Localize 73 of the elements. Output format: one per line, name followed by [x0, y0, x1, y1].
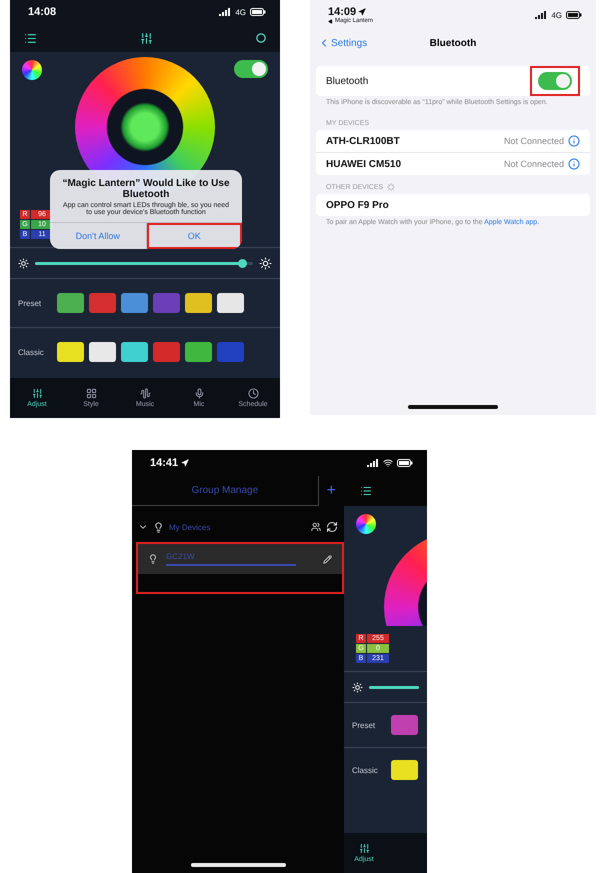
color-swatch[interactable] [121, 342, 148, 362]
power-toggle[interactable] [234, 60, 268, 78]
row-label: Preset [352, 720, 376, 730]
status-time: 14:08 [28, 6, 56, 18]
microphone-icon [194, 388, 204, 399]
color-swatch[interactable] [217, 293, 244, 313]
setting-label: Bluetooth [326, 76, 368, 86]
location-icon [358, 8, 366, 16]
row-label: Classic [18, 348, 45, 356]
sliders-icon [32, 388, 42, 399]
color-ball-icon[interactable] [22, 60, 42, 80]
color-swatch[interactable] [217, 342, 244, 362]
signal-icon [535, 11, 548, 19]
device-name: GC21W [166, 552, 196, 561]
brightness-slider[interactable] [369, 686, 419, 688]
battery-icon [566, 11, 582, 19]
color-swatch[interactable] [391, 760, 418, 780]
network-label: 4G [551, 10, 562, 20]
color-swatch[interactable] [57, 342, 84, 362]
sun-icon [352, 682, 363, 692]
color-swatch[interactable] [57, 293, 84, 313]
signal-icon [367, 459, 379, 467]
color-swatch[interactable] [391, 715, 418, 735]
sliders-icon[interactable] [140, 32, 153, 44]
color-ball-icon[interactable] [356, 514, 376, 534]
back-link[interactable]: Settings [318, 37, 368, 49]
pencil-icon[interactable] [323, 554, 332, 564]
grid-icon [86, 388, 96, 399]
bulb-icon [153, 522, 164, 532]
refresh-icon[interactable] [326, 521, 338, 533]
device-name: HUAWEI CM510 [326, 158, 402, 170]
device-status: Not Connected [504, 136, 564, 146]
device-status: Not Connected [504, 159, 564, 169]
bulb-icon [148, 554, 158, 564]
circle-icon[interactable] [256, 33, 266, 43]
group-icon[interactable] [311, 522, 321, 532]
back-arrow-icon[interactable] [328, 18, 333, 24]
sliders-icon [358, 843, 370, 854]
color-swatch[interactable] [89, 293, 116, 313]
menu-icon[interactable] [24, 32, 37, 44]
color-swatch[interactable] [89, 342, 116, 362]
clock-icon [248, 388, 258, 399]
signal-icon [219, 8, 232, 16]
bluetooth-toggle[interactable] [538, 72, 572, 90]
status-time: 14:09 [328, 6, 356, 18]
color-swatch[interactable] [185, 293, 212, 313]
device-row[interactable]: HUAWEI CM510 Not Connected [316, 152, 590, 175]
color-swatch[interactable] [185, 342, 212, 362]
wifi-icon [383, 458, 393, 468]
row-label: Classic [352, 766, 379, 774]
color-swatch[interactable] [153, 342, 180, 362]
device-name: ATH-CLR100BT [326, 136, 400, 146]
sun-icon [18, 258, 29, 268]
status-time: 14:41 [150, 457, 178, 469]
add-button[interactable]: + [318, 482, 344, 500]
color-swatch[interactable] [153, 293, 180, 313]
info-icon[interactable] [568, 135, 580, 147]
dialog-title: “Magic Lantern” Would Like to Use Bluetooth [61, 177, 231, 202]
location-icon [181, 459, 190, 467]
waveform-icon [140, 388, 150, 399]
drawer-title: Group Manage [191, 485, 258, 496]
info-icon[interactable] [568, 158, 580, 170]
sun-icon [259, 256, 272, 270]
device-name: OPPO F9 Pro [326, 200, 389, 210]
color-swatch[interactable] [121, 293, 148, 313]
slider-thumb[interactable] [238, 258, 248, 268]
battery-icon [250, 8, 266, 16]
page-title: Bluetooth [430, 38, 476, 48]
battery-icon [397, 459, 413, 467]
device-row[interactable]: OPPO F9 Pro [316, 194, 590, 216]
network-label: 4G [235, 8, 246, 16]
device-row[interactable]: ATH-CLR100BT Not Connected [316, 130, 590, 152]
row-label: Preset [18, 298, 42, 308]
